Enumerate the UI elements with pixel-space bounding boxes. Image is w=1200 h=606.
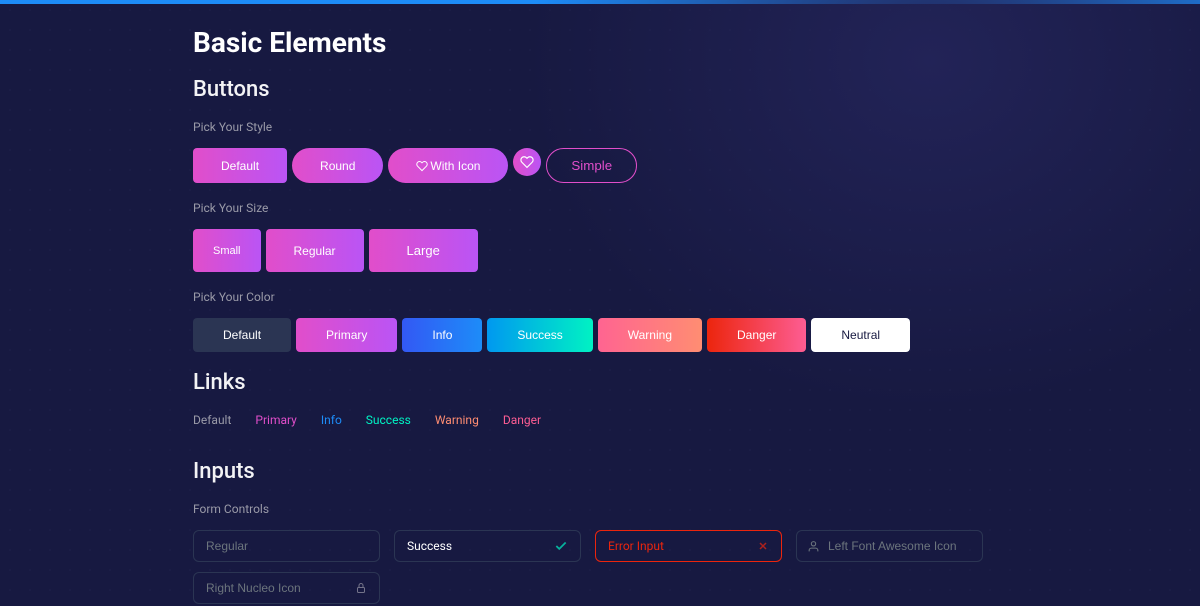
buttons-section-title: Buttons: [193, 77, 1007, 102]
links-section-title: Links: [193, 370, 1007, 395]
link-warning[interactable]: Warning: [435, 413, 479, 427]
pick-style-label: Pick Your Style: [193, 120, 1007, 134]
default-button[interactable]: Default: [193, 148, 287, 183]
primary-color-button[interactable]: Primary: [296, 318, 397, 352]
lefticon-input-wrapper: [796, 530, 983, 562]
warning-color-button[interactable]: Warning: [598, 318, 702, 352]
style-row: Default Round With Icon Simple: [193, 148, 1007, 183]
rightnucleo-input[interactable]: [206, 581, 355, 595]
success-input-wrapper: Success: [394, 530, 581, 562]
page-title: Basic Elements: [193, 26, 1007, 59]
heart-icon: [416, 160, 428, 172]
error-input-wrapper: Error Input: [595, 530, 782, 562]
danger-color-button[interactable]: Danger: [707, 318, 806, 352]
regular-input[interactable]: [206, 539, 367, 553]
link-primary[interactable]: Primary: [255, 413, 296, 427]
close-icon: [757, 540, 769, 552]
heart-icon: [520, 155, 534, 169]
with-icon-button[interactable]: With Icon: [388, 148, 508, 183]
form-controls-label: Form Controls: [193, 502, 1007, 516]
pick-color-label: Pick Your Color: [193, 290, 1007, 304]
pick-size-label: Pick Your Size: [193, 201, 1007, 215]
regular-input-wrapper: [193, 530, 380, 562]
success-color-button[interactable]: Success: [487, 318, 592, 352]
error-input[interactable]: Error Input: [608, 539, 664, 553]
with-icon-label: With Icon: [430, 159, 480, 173]
heart-icon-button[interactable]: [513, 148, 541, 176]
user-icon: [807, 540, 820, 553]
link-default[interactable]: Default: [193, 413, 231, 427]
top-accent-bar: [0, 0, 1200, 4]
lefticon-input[interactable]: [828, 539, 970, 553]
lock-icon: [355, 582, 367, 594]
round-button[interactable]: Round: [292, 148, 383, 183]
success-input[interactable]: Success: [407, 539, 452, 553]
size-row: Small Regular Large: [193, 229, 1007, 272]
link-info[interactable]: Info: [321, 413, 342, 427]
small-button[interactable]: Small: [193, 229, 261, 272]
inputs-section-title: Inputs: [193, 459, 1007, 484]
color-row: Default Primary Info Success Warning Dan…: [193, 318, 1007, 352]
neutral-color-button[interactable]: Neutral: [811, 318, 910, 352]
default-color-button[interactable]: Default: [193, 318, 291, 352]
large-button[interactable]: Large: [369, 229, 478, 272]
simple-button[interactable]: Simple: [546, 148, 637, 183]
link-danger[interactable]: Danger: [503, 413, 541, 427]
info-color-button[interactable]: Info: [402, 318, 482, 352]
check-icon: [554, 539, 568, 553]
inputs-row: Success Error Input: [193, 530, 1007, 562]
regular-button[interactable]: Regular: [266, 229, 364, 272]
inputs-row-2: [193, 572, 1007, 604]
links-row: Default Primary Info Success Warning Dan…: [193, 413, 1007, 427]
rightnucleo-input-wrapper: [193, 572, 380, 604]
link-success[interactable]: Success: [366, 413, 411, 427]
